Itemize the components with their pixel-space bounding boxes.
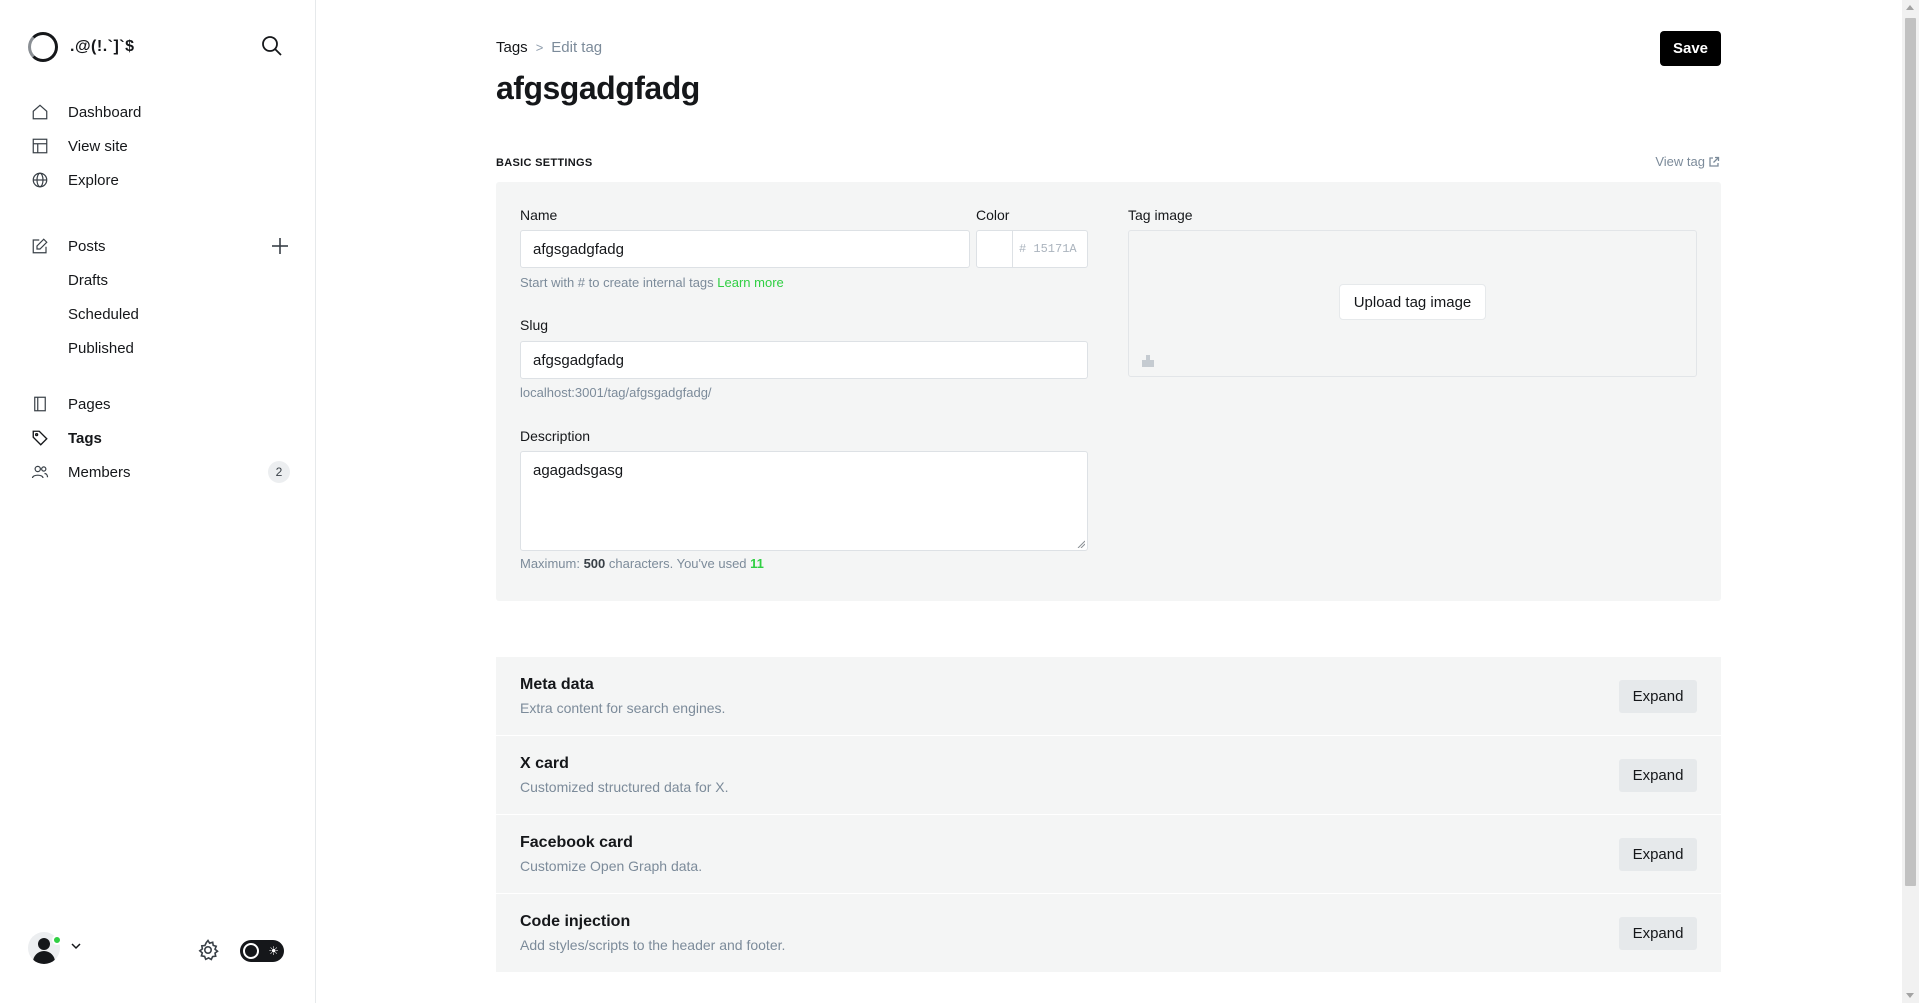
slug-url: localhost:3001/tag/afgsgadgfadg/ <box>520 385 712 400</box>
sidebar-item-label: Drafts <box>68 271 109 289</box>
external-link-icon <box>1709 156 1720 167</box>
color-label: Color <box>976 207 1010 223</box>
chevron-down-icon <box>70 939 82 957</box>
breadcrumb-current: Edit tag <box>551 39 603 56</box>
sidebar-item-view-site[interactable]: View site <box>30 129 290 163</box>
section-description: Customize Open Graph data. <box>520 858 703 874</box>
sidebar-item-label: Published <box>68 339 134 357</box>
expand-code-injection-button[interactable]: Expand <box>1619 917 1697 950</box>
desc-hint-used: 11 <box>750 556 764 571</box>
code-injection-section: Code injection Add styles/scripts to the… <box>496 894 1721 972</box>
learn-more-link[interactable]: Learn more <box>717 275 783 290</box>
sidebar-item-label: Members <box>68 463 131 481</box>
section-description: Add styles/scripts to the header and foo… <box>520 937 786 953</box>
page-title: afgsgadgfadg <box>496 70 700 106</box>
description-textarea[interactable]: agagadsgasg <box>520 451 1088 551</box>
secondary-nav: Pages Tags Members 2 <box>30 387 290 489</box>
sun-icon: ☀ <box>268 944 279 958</box>
expand-metadata-button[interactable]: Expand <box>1619 680 1697 713</box>
sidebar-item-drafts[interactable]: Drafts <box>30 263 290 297</box>
color-input[interactable]: # 15171A <box>1013 230 1088 268</box>
expand-x-card-button[interactable]: Expand <box>1619 759 1697 792</box>
name-input[interactable]: afgsgadgfadg <box>520 230 970 268</box>
scroll-thumb[interactable] <box>1905 18 1916 886</box>
desc-hint-middle: characters. You've used <box>608 556 747 571</box>
image-placeholder-icon <box>1142 355 1154 367</box>
section-title: X card <box>520 755 569 772</box>
section-description: Extra content for search engines. <box>520 700 726 716</box>
site-logo-icon <box>28 32 58 62</box>
tag-image-dropzone[interactable]: Upload tag image <box>1128 230 1697 377</box>
add-post-icon[interactable] <box>270 236 290 256</box>
metadata-section: Meta data Extra content for search engin… <box>496 657 1721 735</box>
posts-nav: Posts Drafts Scheduled Published <box>30 229 290 365</box>
color-swatch[interactable] <box>976 230 1013 268</box>
advanced-settings: Meta data Extra content for search engin… <box>496 657 1721 973</box>
description-label: Description <box>520 428 591 444</box>
sidebar-item-dashboard[interactable]: Dashboard <box>30 95 290 129</box>
desc-hint-prefix: Maximum: <box>520 556 580 571</box>
sidebar-item-posts[interactable]: Posts <box>30 229 290 263</box>
globe-icon <box>30 170 50 190</box>
sidebar-item-label: Tags <box>68 429 102 447</box>
breadcrumb-tags-link[interactable]: Tags <box>496 39 528 56</box>
section-title: Meta data <box>520 676 594 693</box>
layout-icon <box>30 136 50 156</box>
slug-input[interactable]: afgsgadgfadg <box>520 341 1088 379</box>
sidebar-item-pages[interactable]: Pages <box>30 387 290 421</box>
section-label: BASIC SETTINGS <box>496 157 593 169</box>
basic-settings-panel: Name afgsgadgfadg Start with # to create… <box>496 182 1721 601</box>
tag-image-label: Tag image <box>1128 207 1193 223</box>
upload-tag-image-button[interactable]: Upload tag image <box>1339 284 1486 320</box>
resize-grip-icon[interactable] <box>1077 540 1085 548</box>
primary-nav: Dashboard View site Explore <box>30 95 290 197</box>
page-icon <box>30 394 50 414</box>
sidebar-item-members[interactable]: Members 2 <box>30 455 290 489</box>
site-brand[interactable]: .@(!.`]`$ <box>28 32 135 62</box>
sidebar-item-tags[interactable]: Tags <box>30 421 290 455</box>
description-hint: Maximum: 500 characters. You've used 11 <box>520 556 764 571</box>
sidebar-item-label: Dashboard <box>68 103 142 121</box>
home-icon <box>30 102 50 122</box>
page-scrollbar[interactable] <box>1902 0 1919 1003</box>
search-icon[interactable] <box>260 34 286 60</box>
breadcrumb-separator: > <box>535 40 544 55</box>
sidebar-item-label: Explore <box>68 171 119 189</box>
sidebar: .@(!.`]`$ Dashboard View site Explore Po… <box>0 0 316 1003</box>
breadcrumb: Tags > Edit tag <box>496 39 602 56</box>
edit-icon <box>30 236 50 256</box>
theme-toggle[interactable]: ☀ <box>240 940 284 962</box>
slug-label: Slug <box>520 317 549 333</box>
members-icon <box>30 462 50 482</box>
expand-facebook-card-button[interactable]: Expand <box>1619 838 1697 871</box>
scroll-up-icon[interactable] <box>1906 5 1914 10</box>
tag-icon <box>30 428 50 448</box>
sidebar-item-label: Scheduled <box>68 305 139 323</box>
sidebar-item-label: Pages <box>68 395 111 413</box>
name-label: Name <box>520 207 558 223</box>
members-count-badge: 2 <box>268 461 290 483</box>
sidebar-item-label: View site <box>68 137 128 155</box>
sidebar-item-label: Posts <box>68 237 106 255</box>
desc-hint-max: 500 <box>583 556 606 571</box>
section-title: Facebook card <box>520 834 633 851</box>
x-card-section: X card Customized structured data for X.… <box>496 736 1721 814</box>
sidebar-item-published[interactable]: Published <box>30 331 290 365</box>
view-tag-label: View tag <box>1655 154 1705 169</box>
facebook-card-section: Facebook card Customize Open Graph data.… <box>496 815 1721 893</box>
name-hint-text: Start with # to create internal tags <box>520 275 714 290</box>
sidebar-item-scheduled[interactable]: Scheduled <box>30 297 290 331</box>
section-description: Customized structured data for X. <box>520 779 729 795</box>
view-tag-link[interactable]: View tag <box>1655 154 1720 169</box>
name-hint: Start with # to create internal tags Lea… <box>520 275 784 290</box>
online-status-dot <box>52 935 62 945</box>
toggle-knob <box>243 943 259 959</box>
sidebar-item-explore[interactable]: Explore <box>30 163 290 197</box>
save-button[interactable]: Save <box>1660 31 1721 66</box>
scroll-down-icon[interactable] <box>1906 993 1914 998</box>
site-name: .@(!.`]`$ <box>70 38 135 55</box>
gear-icon[interactable] <box>196 938 220 962</box>
description-value: agagadsgasg <box>533 462 624 479</box>
section-title: Code injection <box>520 913 631 930</box>
